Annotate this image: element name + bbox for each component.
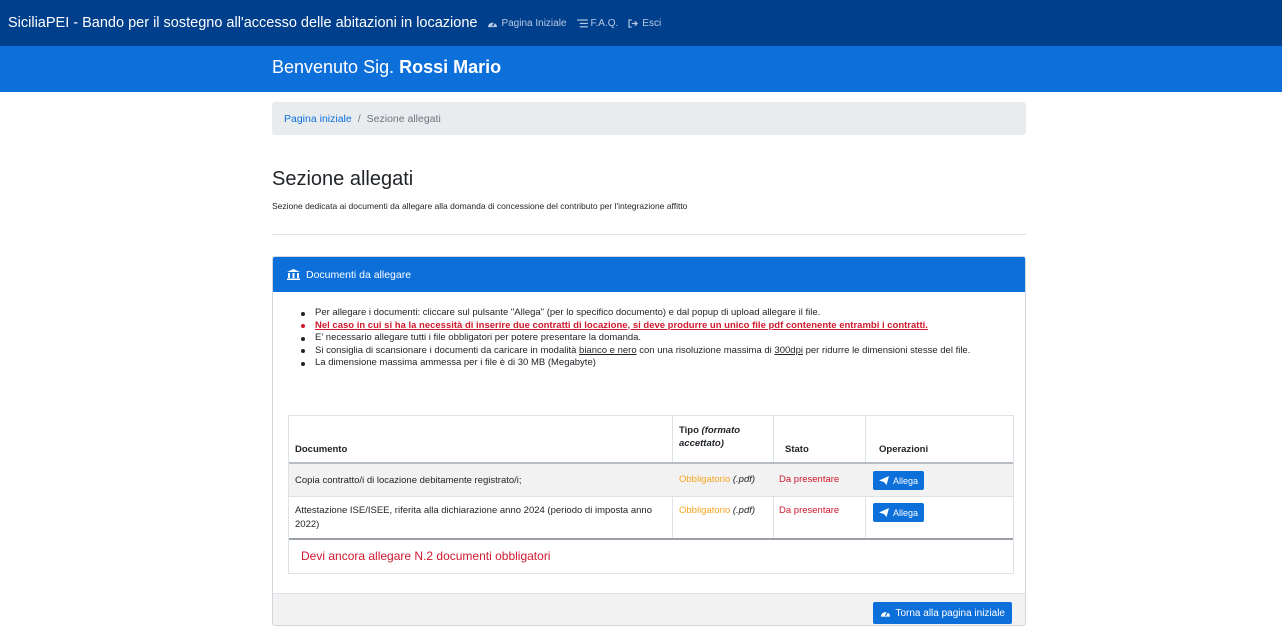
paper-plane-icon [879, 476, 889, 485]
breadcrumb-home-link[interactable]: Pagina iniziale [284, 113, 352, 125]
missing-documents-warning: Devi ancora allegare N.2 documenti obbli… [301, 549, 551, 563]
top-navbar: SiciliaPEI - Bando per il sostegno all'a… [0, 0, 1282, 46]
institution-icon [287, 269, 300, 280]
header-stato: Stato [785, 444, 809, 455]
table-row: Attestazione ISE/ISEE, riferita alla dic… [289, 497, 1013, 540]
instruction-item: E' necessario allegare tutti i file obbl… [293, 332, 1013, 345]
cell-operazioni: Allega [873, 503, 925, 522]
documents-card: Documenti da allegare Per allegare i doc… [272, 256, 1026, 626]
instruction-item: Per allegare i documenti: cliccare sul p… [293, 307, 1013, 320]
attach-button-label: Allega [893, 507, 919, 518]
page-title: Sezione allegati [272, 168, 414, 190]
cell-stato: Da presentare [779, 505, 840, 516]
attach-button[interactable]: Allega [873, 471, 925, 490]
dashboard-icon [488, 21, 498, 27]
cell-tipo: Obbligatorio (.pdf) [679, 474, 755, 485]
tipo-value: Obbligatorio [679, 505, 731, 516]
sign-out-icon [628, 18, 639, 28]
instruction-item: La dimensione massima ammessa per i file… [293, 357, 1013, 370]
back-home-label: Torna alla pagina iniziale [895, 607, 1005, 619]
cell-documento: Attestazione ISE/ISEE, riferita alla dic… [295, 505, 652, 530]
paper-plane-icon [879, 508, 889, 517]
header-documento: Documento [295, 444, 348, 455]
cell-tipo: Obbligatorio (.pdf) [679, 505, 755, 516]
instructions-list: Per allegare i documenti: cliccare sul p… [293, 307, 1013, 370]
nav-link-home-label: Pagina Iniziale [501, 17, 567, 29]
instruction-bw: bianco e nero [579, 344, 637, 356]
breadcrumb: Pagina iniziale / Sezione allegati [272, 102, 1026, 135]
nav-link-logout-label: Esci [642, 17, 662, 29]
documents-table: Documento Tipo (formato accettato) Stato… [288, 415, 1014, 574]
header-operazioni: Operazioni [879, 444, 929, 455]
instruction-item: Si consiglia di scansionare i documenti … [293, 345, 1013, 358]
nav-link-logout[interactable]: Esci [628, 18, 661, 29]
header-tipo-label: Tipo [679, 425, 699, 436]
back-home-button[interactable]: Torna alla pagina iniziale [873, 602, 1012, 624]
card-footer: Torna alla pagina iniziale [273, 593, 1025, 625]
nav-link-home[interactable]: Pagina Iniziale [487, 17, 567, 29]
nav-link-faq-label: F.A.Q. [590, 17, 619, 29]
user-name: Rossi Mario [399, 57, 502, 77]
table-row: Copia contratto/i di locazione debitamen… [289, 464, 1013, 497]
tipo-value: Obbligatorio [679, 474, 731, 485]
breadcrumb-current: Sezione allegati [366, 112, 441, 125]
dashboard-icon [881, 611, 891, 617]
breadcrumb-separator: / [357, 112, 361, 125]
tipo-format: (.pdf) [732, 474, 756, 485]
cell-documento: Copia contratto/i di locazione debitamen… [295, 475, 522, 486]
instruction-text: Si consiglia di scansionare i documenti … [315, 344, 580, 356]
cell-stato: Da presentare [779, 474, 840, 485]
instruction-text: con una risoluzione massima di [636, 344, 775, 356]
instruction-dpi: 300dpi [774, 344, 803, 356]
table-header: Documento Tipo (formato accettato) Stato… [289, 416, 1013, 464]
page-subtitle: Sezione dedicata ai documenti da allegar… [272, 201, 688, 211]
cell-operazioni: Allega [873, 471, 925, 490]
list-icon [576, 18, 588, 27]
welcome-message: Benvenuto Sig. Rossi Mario [272, 57, 501, 78]
attach-button[interactable]: Allega [873, 503, 925, 522]
nav-link-faq[interactable]: F.A.Q. [576, 17, 619, 29]
welcome-prefix: Benvenuto Sig. [272, 57, 395, 77]
divider [272, 234, 1026, 235]
welcome-bar: Benvenuto Sig. Rossi Mario [0, 46, 1282, 92]
card-title: Documenti da allegare [306, 268, 412, 281]
tipo-format: (.pdf) [732, 505, 756, 516]
instruction-item-warning: Nel caso in cui si ha la necessità di in… [293, 320, 1013, 333]
instruction-text: per ridurre le dimensioni stesse del fil… [802, 344, 971, 356]
header-tipo: Tipo (formato accettato) [679, 424, 771, 450]
card-header: Documenti da allegare [273, 257, 1025, 292]
app-brand[interactable]: SiciliaPEI - Bando per il sostegno all'a… [8, 15, 477, 31]
attach-button-label: Allega [893, 475, 919, 486]
